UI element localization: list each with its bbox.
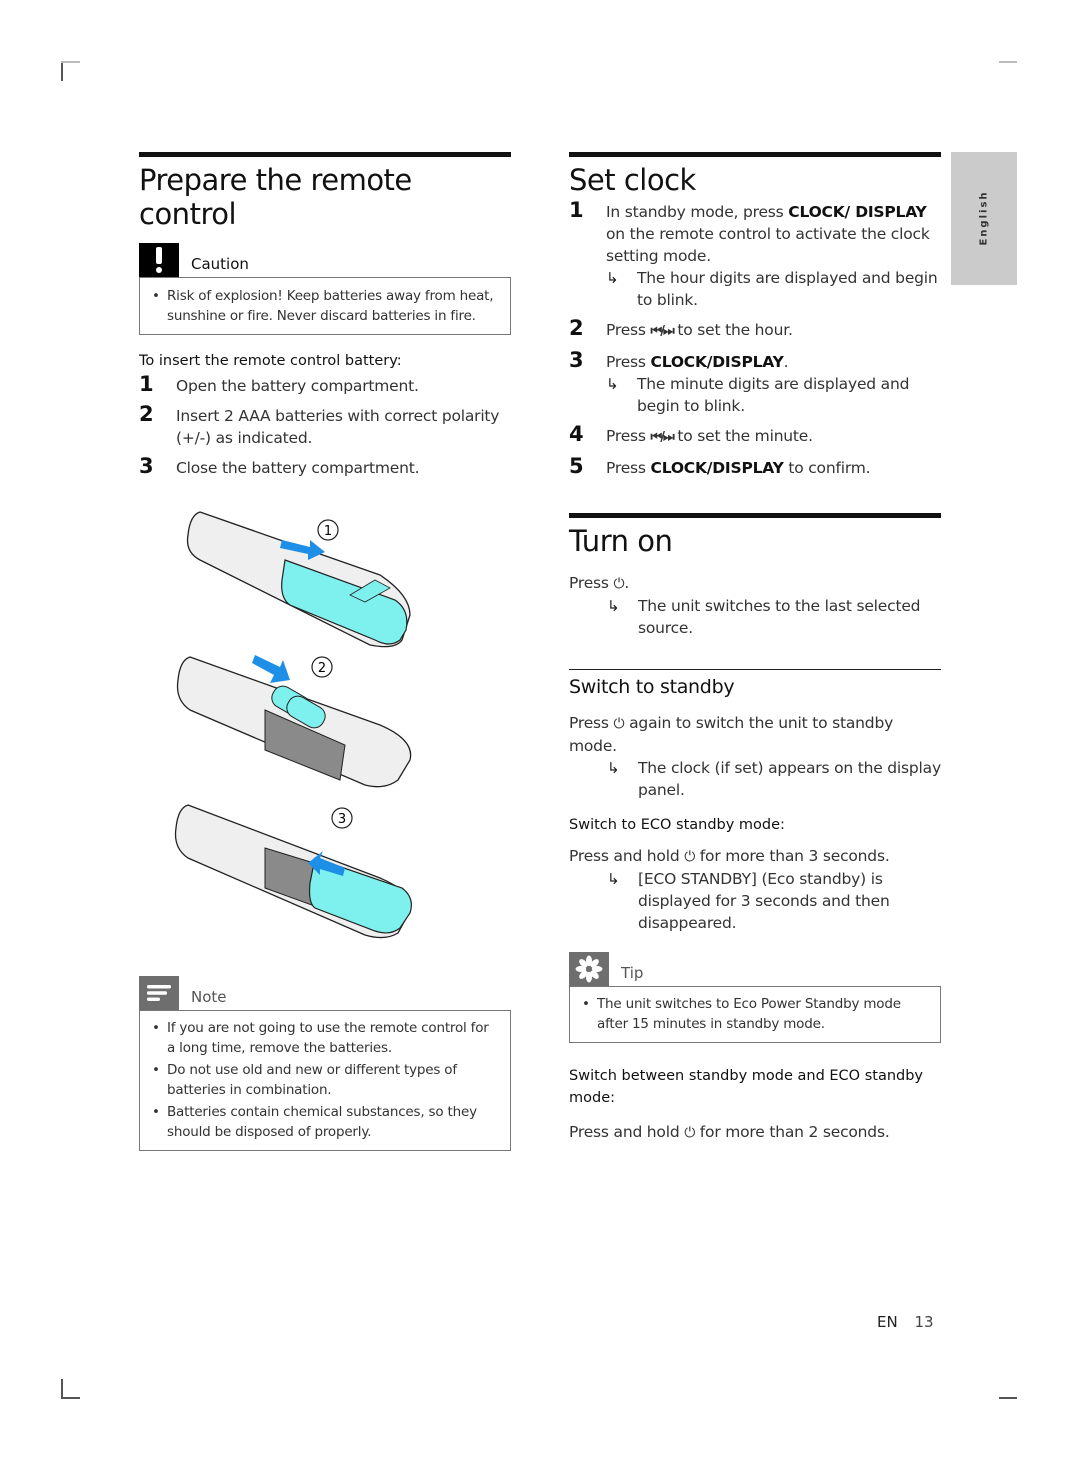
clock-step: 3 Press CLOCK/DISPLAY. ↳ The minute digi… [569,349,941,417]
eco-instruction: Press and hold ⏻ for more than 3 seconds… [569,847,890,865]
clock-display-key: CLOCK/ DISPLAY [788,203,927,221]
step-result: ↳ The minute digits are displayed and be… [606,375,910,415]
result-arrow-icon: ↳ [606,269,619,287]
clock-display-key: CLOCK/DISPLAY [650,459,784,477]
section-title: Prepare the remote control [139,163,412,231]
eco-heading: Switch to ECO standby mode: [569,817,785,833]
battery-intro: To insert the remote control battery: [139,353,402,369]
subsection-title: Switch to standby [569,676,735,698]
subsection-rule [569,669,941,670]
turn-on-instruction: Press ⏻. [569,574,630,592]
page-number: 13 [914,1313,934,1331]
result-arrow-icon: ↳ [606,375,619,393]
power-icon: ⏻ [684,849,696,865]
power-icon: ⏻ [613,576,625,592]
prev-next-icon: ⏮/⏭ [650,430,675,445]
asterisk-tip-icon [569,952,609,986]
step-result: ↳ The hour digits are displayed and begi… [606,269,938,309]
prev-next-icon: ⏮/⏭ [650,324,675,339]
section-rule [569,513,941,518]
remote-step-2-figure: 2 [176,655,412,788]
clock-step: 4 Press ⏮/⏭ to set the minute. [569,422,813,446]
clock-step: 1 In standby mode, press CLOCK/ DISPLAY … [569,199,941,311]
step-result: ↳ The clock (if set) appears on the disp… [607,759,941,799]
remote-step-1-figure: 1 [186,511,411,648]
battery-step: 1 Open the battery compartment. [139,372,419,396]
between-heading: Switch between standby mode and ECO stan… [569,1068,924,1106]
remote-step-3-figure: 3 [174,804,412,939]
tip-item: The unit switches to Eco Power Standby m… [580,994,930,1034]
crop-mark-bottom-left-horizontal [61,1397,80,1399]
exclamation-icon [139,243,179,277]
section-title: Turn on [569,524,673,558]
set-clock-section: Set clock 1 In standby mode, press CLOCK… [569,152,941,479]
note-item: If you are not going to use the remote c… [150,1018,500,1058]
battery-insertion-illustration: 1 2 3 [174,511,412,939]
result-arrow-icon: ↳ [607,759,620,777]
caution-item: Risk of explosion! Keep batteries away f… [150,286,500,326]
footer-language: EN [877,1313,898,1331]
section-rule [569,152,941,157]
battery-step: 3 Close the battery compartment. [139,454,420,478]
crop-mark-bottom-right [999,1397,1017,1399]
note-item: Do not use old and new or different type… [150,1060,500,1100]
note-item: Batteries contain chemical substances, s… [150,1102,500,1142]
result-arrow-icon: ↳ [607,597,620,615]
between-instruction: Press and hold ⏻ for more than 2 seconds… [569,1123,890,1141]
figure-label-1: 1 [324,524,332,539]
figure-label-3: 3 [338,812,346,827]
page-footer: EN 13 [877,1313,934,1331]
caution-box: Caution Risk of explosion! Keep batterie… [139,243,511,335]
note-label: Note [191,988,227,1006]
power-icon: ⏻ [613,716,625,732]
step-result: ↳ [ECO STANDBY] (Eco standby) is display… [607,870,890,932]
tip-label: Tip [621,964,644,982]
crop-mark-top-right [999,61,1017,63]
figure-label-2: 2 [318,661,326,676]
clock-step: 2 Press ⏮/⏭ to set the hour. [569,316,793,340]
standby-instruction: Press ⏻ again to switch the unit to stan… [569,714,894,755]
battery-step: 2 Insert 2 AAA batteries with correct po… [139,402,500,447]
language-tab: English [951,152,1017,285]
step-result: ↳ The unit switches to the last selected… [607,597,921,637]
section-rule [139,152,511,157]
power-icon: ⏻ [684,1125,696,1141]
note-box: Note If you are not going to use the rem… [139,976,511,1151]
note-lines-icon [139,976,179,1010]
crop-mark-top-left-vertical [61,62,63,81]
clock-display-key: CLOCK/DISPLAY [650,353,784,371]
result-arrow-icon: ↳ [607,870,620,888]
turn-on-section: Turn on Press ⏻. ↳ The unit switches to … [569,513,941,1144]
prepare-remote-section: Prepare the remote control Caution Risk … [139,152,511,479]
crop-mark-top-left-horizontal [61,61,80,63]
tip-box: Tip The unit switches to Eco Power Stand… [569,952,941,1043]
crop-mark-bottom-left-vertical [61,1379,63,1398]
language-tab-label: English [978,190,990,246]
caution-label: Caution [191,255,249,273]
clock-step: 5 Press CLOCK/DISPLAY to confirm. [569,454,871,478]
section-title: Set clock [569,163,696,197]
